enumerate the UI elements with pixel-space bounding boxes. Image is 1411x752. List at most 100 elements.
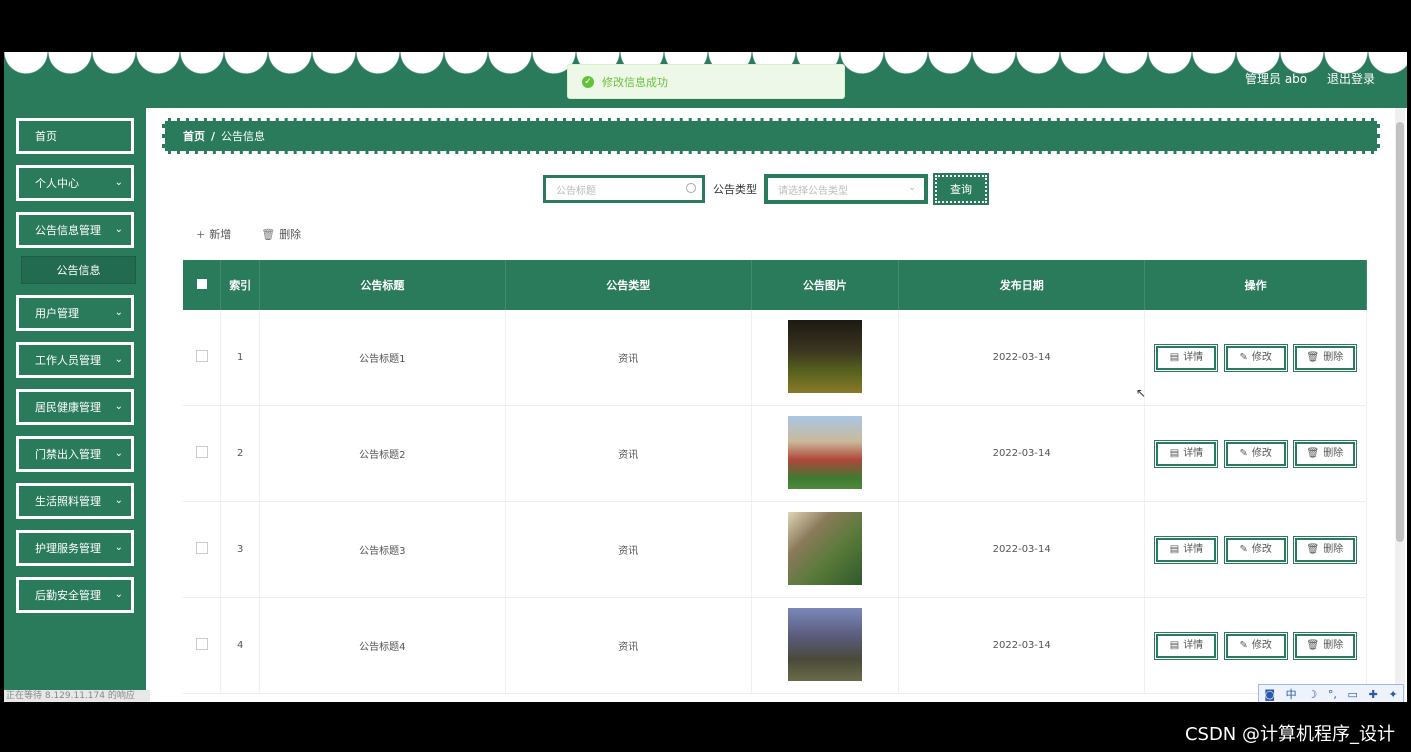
row-checkbox[interactable] — [183, 597, 222, 694]
notice-thumbnail[interactable] — [787, 319, 862, 393]
edit-button[interactable]: ✎ 修改 — [1223, 343, 1288, 372]
pencil-icon: ✎ — [1239, 639, 1248, 651]
sidebar-item-nursing-management[interactable]: 护理服务管理 ⌄ — [16, 530, 134, 566]
sidebar-item-personal-center[interactable]: 个人中心 ⌄ — [16, 165, 134, 201]
breadcrumb-current: 公告信息 — [221, 130, 266, 143]
cell-title: 公告标题4 — [259, 597, 506, 694]
cell-index: 2 — [220, 405, 260, 502]
delete-label: 删除 — [1323, 447, 1344, 459]
chevron-down-icon: ⌄ — [114, 354, 123, 365]
sidebar-subitem-notice-info[interactable]: 公告信息 — [21, 256, 136, 284]
sidebar-item-notice-management[interactable]: 公告信息管理 ⌄ — [16, 212, 134, 248]
current-user: 管理员 abo — [1245, 72, 1308, 86]
notice-type-select[interactable]: 请选择公告类型 ⌄ — [765, 175, 927, 203]
mouse-cursor-icon: ↖ — [1136, 386, 1147, 400]
chevron-down-icon: ⌄ — [114, 542, 123, 553]
sidebar-item-user-management[interactable]: 用户管理 ⌄ — [16, 295, 134, 331]
chevron-down-icon: ⌄ — [114, 448, 123, 459]
checkbox-icon — [195, 446, 208, 458]
check-circle-icon: ✓ — [582, 75, 594, 88]
edit-button[interactable]: ✎ 修改 — [1223, 631, 1288, 660]
cell-title: 公告标题2 — [259, 405, 506, 502]
sidebar-item-access-management[interactable]: 门禁出入管理 ⌄ — [16, 436, 134, 472]
detail-label: 详情 — [1183, 351, 1204, 363]
document-icon: ▤ — [1169, 351, 1180, 363]
row-checkbox[interactable] — [183, 501, 222, 598]
sidebar-item-health-management[interactable]: 居民健康管理 ⌄ — [16, 389, 134, 425]
sidebar-item-logistics-management[interactable]: 后勤安全管理 ⌄ — [16, 577, 134, 613]
delete-button[interactable]: 🗑 删除 — [1292, 343, 1357, 372]
notice-title-input[interactable]: 公告标题 — [542, 174, 706, 204]
table-row: 4 公告标题4 资讯 2022-03-14 ▤ 详情 ✎ 修改 🗑 删除 — [183, 597, 1367, 694]
header-date: 发布日期 — [898, 260, 1146, 310]
document-icon: ▤ — [1169, 543, 1180, 555]
chevron-down-icon: ⌄ — [114, 495, 123, 506]
cell-type: 资讯 — [505, 310, 752, 406]
row-checkbox[interactable] — [183, 310, 222, 406]
header-image: 公告图片 — [751, 260, 900, 310]
pencil-icon: ✎ — [1239, 351, 1248, 363]
search-row: 公告标题 公告类型 请选择公告类型 ⌄ 查询 — [542, 173, 989, 205]
header-index: 索引 — [220, 260, 260, 310]
edit-label: 修改 — [1251, 639, 1272, 651]
ime-toolbar[interactable]: ◙ 中 ☽ °, ▭ ✚ ✦ — [1258, 684, 1404, 704]
table-row: 3 公告标题3 资讯 2022-03-14 ▤ 详情 ✎ 修改 🗑 删除 — [183, 501, 1367, 598]
cell-actions: ▤ 详情 ✎ 修改 🗑 删除 — [1144, 405, 1367, 502]
main-content: 首页 / 公告信息 公告标题 公告类型 请选择公告类型 ⌄ 查询 + 新增 🗑 删除 — [150, 108, 1395, 702]
notice-thumbnail[interactable] — [787, 607, 862, 681]
sidebar-subitem-label: 公告信息 — [56, 264, 101, 277]
detail-button[interactable]: ▤ 详情 — [1154, 439, 1219, 468]
vertical-scrollbar[interactable] — [1395, 108, 1405, 702]
scrollbar-thumb[interactable] — [1396, 122, 1404, 542]
sidebar-item-life-care-management[interactable]: 生活照料管理 ⌄ — [16, 483, 134, 519]
detail-button[interactable]: ▤ 详情 — [1154, 343, 1219, 372]
detail-button[interactable]: ▤ 详情 — [1154, 631, 1219, 660]
logout-link[interactable]: 退出登录 — [1327, 72, 1375, 86]
delete-button[interactable]: 🗑 删除 — [1292, 535, 1357, 564]
detail-label: 详情 — [1183, 639, 1204, 651]
trash-icon: 🗑 — [1306, 543, 1320, 555]
sidebar-item-label: 个人中心 — [35, 177, 79, 190]
breadcrumb-home[interactable]: 首页 — [183, 128, 205, 144]
cell-date: 2022-03-14 — [898, 310, 1146, 406]
detail-button[interactable]: ▤ 详情 — [1154, 535, 1219, 564]
cell-type: 资讯 — [505, 405, 752, 502]
ime-logo-icon: ◙ — [1264, 687, 1276, 701]
cell-actions: ▤ 详情 ✎ 修改 🗑 删除 — [1144, 597, 1367, 694]
search-icon — [686, 183, 696, 193]
sidebar-item-home[interactable]: 首页 — [16, 118, 134, 154]
batch-delete-button[interactable]: 🗑 删除 — [261, 226, 301, 242]
success-toast: ✓ 修改信息成功 — [567, 64, 845, 99]
sidebar-item-label: 居民健康管理 — [35, 401, 101, 414]
edit-button[interactable]: ✎ 修改 — [1223, 535, 1288, 564]
wrench-icon: ✦ — [1388, 687, 1398, 701]
top-header: 管理员 abo 退出登录 ✓ 修改信息成功 — [4, 52, 1407, 108]
sidebar-item-label: 工作人员管理 — [35, 354, 101, 367]
notice-thumbnail[interactable] — [787, 511, 862, 585]
cell-type: 资讯 — [505, 501, 752, 598]
checkbox-icon — [196, 278, 207, 289]
cell-type: 资讯 — [505, 597, 752, 694]
sidebar-item-label: 后勤安全管理 — [35, 589, 101, 602]
edit-button[interactable]: ✎ 修改 — [1223, 439, 1288, 468]
delete-label: 删除 — [1323, 543, 1344, 555]
sidebar-item-staff-management[interactable]: 工作人员管理 ⌄ — [16, 342, 134, 378]
row-checkbox[interactable] — [183, 405, 222, 502]
cell-title: 公告标题1 — [259, 310, 506, 406]
cell-index: 1 — [220, 310, 260, 406]
ime-language-toggle[interactable]: 中 — [1286, 686, 1297, 702]
query-button[interactable]: 查询 — [933, 173, 989, 205]
sidebar: 首页 个人中心 ⌄ 公告信息管理 ⌄ 公告信息 用户管理 ⌄ 工作人员管理 ⌄ 居民健康… — [4, 108, 146, 702]
sidebar-item-label: 公告信息管理 — [35, 224, 101, 237]
cell-index: 4 — [220, 597, 260, 694]
cell-actions: ▤ 详情 ✎ 修改 🗑 删除 — [1144, 501, 1367, 598]
add-button[interactable]: + 新增 — [196, 226, 231, 242]
delete-button[interactable]: 🗑 删除 — [1292, 439, 1357, 468]
toolbar: + 新增 🗑 删除 — [196, 226, 331, 242]
edit-label: 修改 — [1251, 351, 1272, 363]
notice-table: 索引 公告标题 公告类型 公告图片 发布日期 操作 1 公告标题1 资讯 202… — [183, 260, 1367, 694]
delete-button[interactable]: 🗑 删除 — [1292, 631, 1357, 660]
checkbox-icon — [195, 638, 208, 650]
select-all-checkbox[interactable] — [183, 260, 222, 310]
notice-thumbnail[interactable] — [787, 415, 862, 489]
